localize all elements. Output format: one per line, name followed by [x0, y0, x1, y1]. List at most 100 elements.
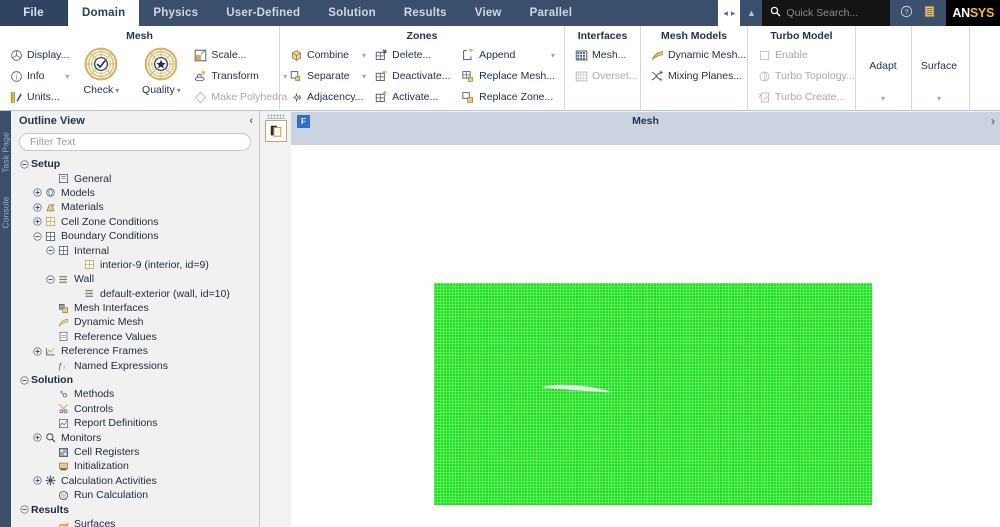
ribbon-item-mesh-interface[interactable]: Mesh... [571, 46, 637, 65]
tab-physics[interactable]: Physics [139, 0, 212, 26]
chevron-right-icon[interactable]: › [991, 114, 995, 128]
tree-node-label: Monitors [61, 431, 102, 444]
tree-node-reference-frames[interactable]: Reference Frames [13, 344, 259, 358]
ribbon-item-combine[interactable]: Combine ▾ [286, 46, 369, 65]
vertical-tab-console[interactable]: Console [1, 189, 12, 237]
expand-icon[interactable] [32, 216, 43, 227]
ribbon-item-units-label: Units... [27, 91, 60, 104]
filter-text-input[interactable]: Filter Text [19, 133, 251, 151]
tab-solution[interactable]: Solution [314, 0, 390, 26]
collapse-icon[interactable] [45, 245, 56, 256]
ribbon-item-display[interactable]: Display... [6, 46, 72, 65]
chevron-left-icon[interactable]: ‹ [249, 115, 253, 127]
tree-node-dynamic-mesh[interactable]: Dynamic Mesh [13, 315, 259, 329]
chevron-down-icon[interactable]: ▾ [543, 51, 555, 60]
ribbon-item-append[interactable]: Append ▾ [458, 46, 558, 65]
tree-node-mesh-interfaces[interactable]: Mesh Interfaces [13, 301, 259, 315]
turbo-topology-icon [757, 70, 771, 84]
ribbon-item-turbo-enable: Enable [754, 46, 854, 65]
tab-parallel[interactable]: Parallel [516, 0, 587, 26]
chevron-down-icon[interactable]: ▾ [115, 86, 119, 95]
ribbon-item-check[interactable]: Check ▾ [74, 46, 128, 111]
tree-node-calculation-activities[interactable]: Calculation Activities [13, 474, 259, 488]
tree-node-boundary-conditions[interactable]: Boundary Conditions [13, 229, 259, 243]
expand-icon[interactable] [32, 346, 43, 357]
tree-node-methods[interactable]: Methods [13, 387, 259, 401]
ribbon-item-quality[interactable]: Quality ▾ [134, 46, 188, 111]
ribbon-item-mixing-planes[interactable]: Mixing Planes... [647, 67, 745, 86]
ribbon-item-dynamic-mesh[interactable]: Dynamic Mesh... [647, 46, 746, 65]
expand-icon[interactable] [32, 432, 43, 443]
tree-node-report-definitions[interactable]: Report Definitions [13, 416, 259, 430]
tree-node-internal[interactable]: Internal [13, 243, 259, 257]
tree-node-run-calculation[interactable]: Run Calculation [13, 488, 259, 502]
ribbon-item-separate[interactable]: Separate ▾ [286, 67, 369, 86]
expand-icon[interactable] [32, 475, 43, 486]
ribbon-button-adapt[interactable]: Adapt ▾ [856, 26, 910, 105]
info-icon: i [9, 70, 23, 84]
expand-icon[interactable] [32, 202, 43, 213]
graphics-canvas[interactable] [291, 145, 1000, 527]
tree-node-named-expressions[interactable]: f x Named Expressions [13, 358, 259, 372]
tab-results[interactable]: Results [390, 0, 461, 26]
tree-node-solution[interactable]: Solution [13, 373, 259, 387]
help-icon[interactable]: ? [900, 5, 913, 21]
tab-domain[interactable]: Domain [68, 0, 140, 26]
tree-node-initialization[interactable]: Initialization [13, 459, 259, 473]
ribbon-item-info[interactable]: i Info ▾ [6, 67, 72, 86]
quick-search-box[interactable]: Quick Search... [762, 0, 891, 26]
ribbon-item-deactivate-zone[interactable]: Deactivate... [371, 67, 456, 86]
cell-registers-icon [57, 446, 70, 458]
tree-node-results[interactable]: Results [13, 502, 259, 516]
tab-nav-next-icon[interactable]: ▸ [731, 8, 736, 19]
tree-node-setup[interactable]: Setup [13, 157, 259, 171]
chevron-down-icon[interactable]: ▾ [57, 72, 69, 81]
combine-icon [289, 49, 303, 63]
ribbon-button-surface[interactable]: Surface ▾ [912, 26, 966, 105]
tree-node-wall[interactable]: Wall [13, 272, 259, 286]
tree-node-surfaces[interactable]: Surfaces [13, 517, 259, 527]
ribbon-item-activate-zone[interactable]: Activate... [371, 88, 456, 107]
collapse-icon[interactable] [19, 159, 30, 170]
ribbon-item-delete-zone[interactable]: Delete... [371, 46, 456, 65]
copy-window-icon[interactable] [265, 120, 287, 142]
vertical-tab-task-page[interactable]: Task Page [1, 129, 12, 177]
expand-icon[interactable] [32, 187, 43, 198]
tab-file[interactable]: File [0, 0, 68, 26]
ribbon-item-transform[interactable]: Transform ▾ [190, 67, 290, 86]
tree-node-monitors[interactable]: Monitors [13, 430, 259, 444]
toolbar-drag-grip[interactable] [267, 114, 285, 119]
ribbon-item-replace-zone[interactable]: Replace Zone... [458, 88, 558, 107]
tab-nav-prev-icon[interactable]: ◂ [723, 8, 728, 19]
tree-node-cell-zone-conditions[interactable]: Cell Zone Conditions [13, 215, 259, 229]
chevron-down-icon[interactable]: ▾ [937, 94, 941, 103]
tree-node-default-exterior-wall-id-10[interactable]: default-exterior (wall, id=10) [13, 287, 259, 301]
boundary-icon [44, 230, 57, 242]
tree-node-controls[interactable]: Controls [13, 402, 259, 416]
tree-node-reference-values[interactable]: Reference Values [13, 330, 259, 344]
tab-view[interactable]: View [461, 0, 516, 26]
chevron-down-icon[interactable]: ▾ [354, 72, 366, 81]
collapse-icon[interactable] [45, 274, 56, 285]
collapse-icon[interactable] [32, 231, 43, 242]
tree-node-general[interactable]: General [13, 171, 259, 185]
collapse-ribbon-button[interactable]: ▲ [740, 0, 762, 26]
chevron-down-icon[interactable]: ▾ [354, 51, 366, 60]
chevron-down-icon[interactable]: ▾ [177, 86, 181, 95]
tree-node-materials[interactable]: Materials [13, 200, 259, 214]
panel-list-icon[interactable] [923, 5, 936, 21]
collapse-icon[interactable] [19, 504, 30, 515]
tab-user-defined[interactable]: User-Defined [212, 0, 314, 26]
ribbon-item-adjacency[interactable]: Adjacency... [286, 88, 369, 107]
chevron-down-icon[interactable]: ▾ [881, 94, 885, 103]
mesh-display[interactable] [434, 283, 872, 505]
ribbon-item-units[interactable]: Units... [6, 88, 72, 107]
ribbon-item-replace-mesh[interactable]: Replace Mesh... [458, 67, 558, 86]
tree-node-cell-registers[interactable]: Cell Registers [13, 445, 259, 459]
tree-node-models[interactable]: Models [13, 186, 259, 200]
tree-node-label: Calculation Activities [61, 474, 157, 487]
ribbon-item-scale[interactable]: Scale... [190, 46, 290, 65]
collapse-icon[interactable] [19, 375, 30, 386]
tree-node-interior-9-interior-id-9[interactable]: interior-9 (interior, id=9) [13, 258, 259, 272]
